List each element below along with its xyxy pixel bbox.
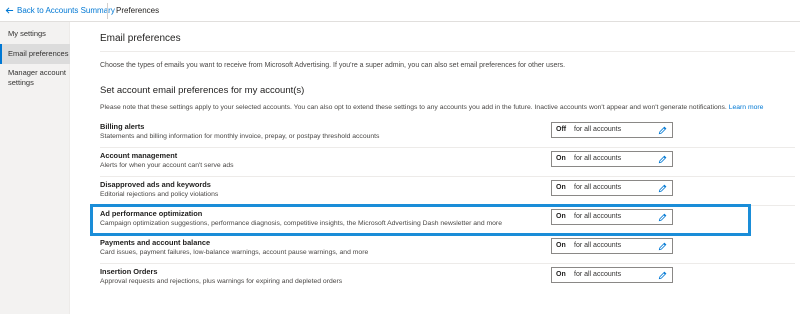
pref-setting-field[interactable]: On for all accounts — [551, 238, 673, 254]
pref-setting-field[interactable]: On for all accounts — [551, 180, 673, 196]
page-title: Email preferences — [100, 33, 181, 44]
sidebar: My settings Email preferences Manager ac… — [0, 22, 70, 314]
pref-name: Disapproved ads and keywords — [100, 180, 211, 189]
pref-scope: for all accounts — [574, 126, 622, 133]
pref-description: Alerts for when your account can't serve… — [100, 162, 234, 169]
section-title: Set account email preferences for my acc… — [100, 85, 305, 96]
arrow-left-icon — [5, 7, 14, 14]
highlight-box — [90, 204, 751, 236]
pref-description: Card issues, payment failures, low-balan… — [100, 249, 369, 256]
pref-setting-field[interactable]: On for all accounts — [551, 151, 673, 167]
pencil-icon[interactable] — [658, 242, 667, 251]
sidebar-item-my-settings[interactable]: My settings — [0, 29, 70, 43]
main-content: Email preferences Choose the types of em… — [71, 22, 800, 314]
pref-value: On — [556, 155, 566, 162]
pref-name: Insertion Orders — [100, 267, 158, 276]
pref-value: On — [556, 184, 566, 191]
pencil-icon[interactable] — [658, 184, 667, 193]
pref-value: On — [556, 242, 566, 249]
pref-row-account-management: Account management Alerts for when your … — [100, 148, 795, 177]
pref-setting-field[interactable]: On for all accounts — [551, 267, 673, 283]
pencil-icon[interactable] — [658, 271, 667, 280]
pref-scope: for all accounts — [574, 155, 622, 162]
pencil-icon[interactable] — [658, 155, 667, 164]
settings-note: Please note that these settings apply to… — [100, 104, 763, 111]
learn-more-link[interactable]: Learn more — [729, 104, 764, 111]
sidebar-item-label: Email preferences — [8, 49, 69, 58]
pencil-icon[interactable] — [658, 126, 667, 135]
back-link-label: Back to Accounts Summary — [17, 6, 115, 15]
pref-row-disapproved-ads: Disapproved ads and keywords Editorial r… — [100, 177, 795, 206]
intro-text: Choose the types of emails you want to r… — [100, 62, 566, 69]
settings-note-text: Please note that these settings apply to… — [100, 104, 727, 111]
pref-row-payments-account-balance: Payments and account balance Card issues… — [100, 235, 795, 264]
page-breadcrumb: Preferences — [116, 6, 160, 15]
title-divider — [100, 51, 795, 52]
pref-row-billing-alerts: Billing alerts Statements and billing in… — [100, 119, 795, 148]
pref-row-insertion-orders: Insertion Orders Approval requests and r… — [100, 264, 795, 293]
topbar-divider — [107, 3, 108, 19]
pref-name: Billing alerts — [100, 122, 145, 131]
top-bar: Back to Accounts Summary Preferences — [0, 0, 800, 22]
pref-description: Statements and billing information for m… — [100, 133, 380, 140]
pref-setting-field[interactable]: Off for all accounts — [551, 122, 673, 138]
pref-scope: for all accounts — [574, 271, 622, 278]
sidebar-item-label: Manager account settings — [8, 68, 66, 87]
pref-scope: for all accounts — [574, 184, 622, 191]
pref-description: Approval requests and rejections, plus w… — [100, 278, 343, 285]
pref-name: Account management — [100, 151, 178, 160]
pref-scope: for all accounts — [574, 242, 622, 249]
sidebar-item-manager-account-settings[interactable]: Manager account settings — [0, 68, 70, 90]
back-to-accounts-summary-link[interactable]: Back to Accounts Summary — [5, 6, 115, 15]
sidebar-item-label: My settings — [8, 29, 46, 38]
pref-value: On — [556, 271, 566, 278]
sidebar-item-email-preferences[interactable]: Email preferences — [0, 44, 70, 64]
pref-name: Payments and account balance — [100, 238, 211, 247]
pref-value: Off — [556, 126, 567, 133]
pref-description: Editorial rejections and policy violatio… — [100, 191, 219, 198]
